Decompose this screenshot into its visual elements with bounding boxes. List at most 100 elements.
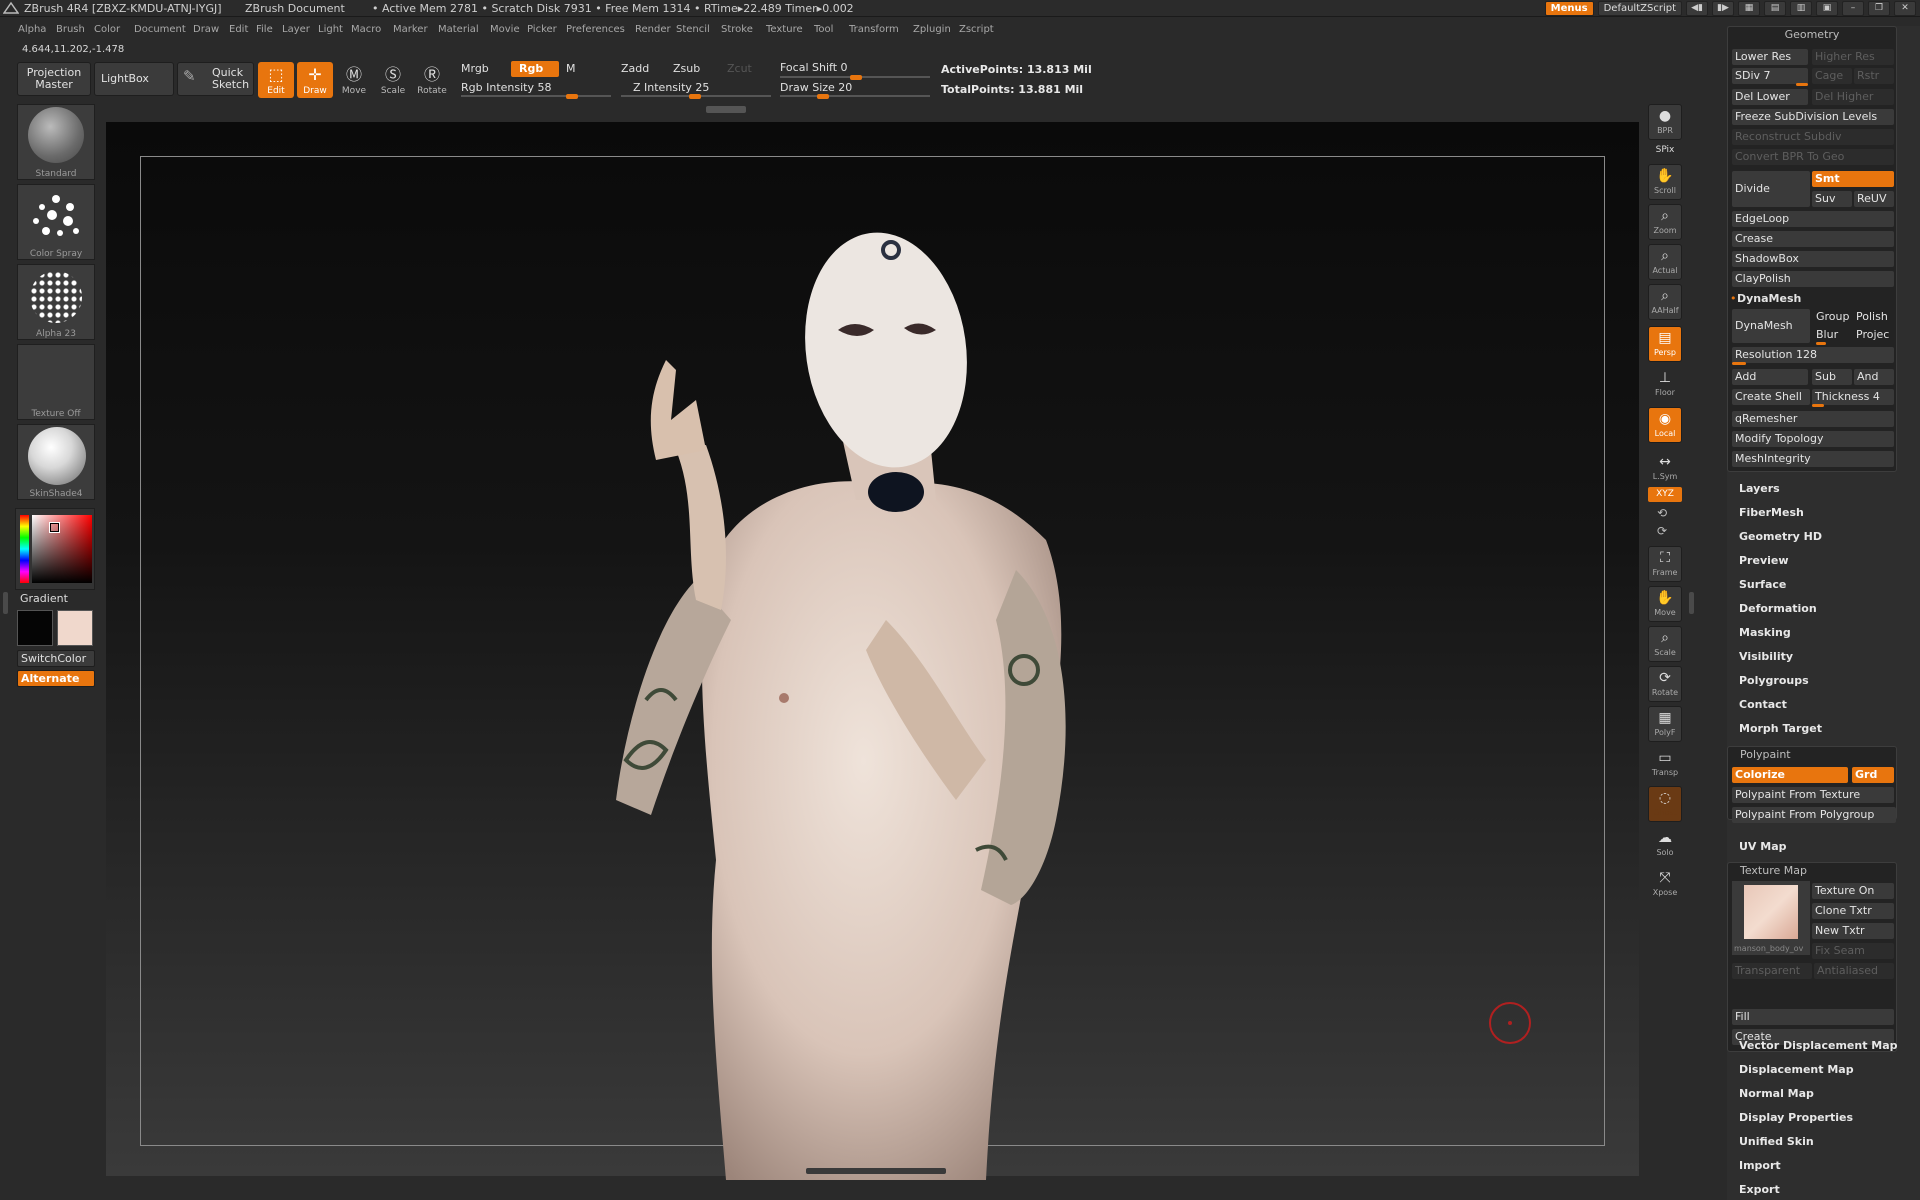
uv-map-section[interactable]: UV Map	[1739, 840, 1787, 853]
reuv-toggle[interactable]: ReUV	[1854, 191, 1894, 207]
fibermesh-section[interactable]: FiberMesh	[1739, 506, 1804, 519]
sculpted-model[interactable]	[556, 200, 1216, 1180]
geometry-hd-section[interactable]: Geometry HD	[1739, 530, 1822, 543]
geometry-header[interactable]: Geometry	[1728, 27, 1896, 43]
menu-stencil[interactable]: Stencil	[676, 24, 710, 35]
meshintegrity-section[interactable]: MeshIntegrity	[1732, 451, 1894, 467]
rgb-intensity-slider[interactable]	[461, 95, 611, 97]
edgeloop-section[interactable]: EdgeLoop	[1732, 211, 1894, 227]
clone-txtr-button[interactable]: Clone Txtr	[1812, 903, 1894, 919]
rotate-view-button[interactable]: ⟳ Rotate	[1648, 666, 1682, 702]
switch-color-button[interactable]: SwitchColor	[17, 650, 95, 667]
shadowbox-section[interactable]: ShadowBox	[1732, 251, 1894, 267]
modify-topology-section[interactable]: Modify Topology	[1732, 431, 1894, 447]
and-button[interactable]: And	[1854, 369, 1894, 385]
polypaint-from-texture-button[interactable]: Polypaint From Texture	[1732, 787, 1894, 803]
persp-button[interactable]: ▤ Persp	[1648, 326, 1682, 362]
thickness-slider[interactable]: Thickness 4	[1812, 389, 1894, 405]
blur-knob[interactable]	[1816, 342, 1826, 345]
xpose-button[interactable]: ⤧ Xpose	[1648, 866, 1682, 902]
material-thumbnail[interactable]: SkinShade4	[17, 424, 95, 500]
frame-button[interactable]: ⛶ Frame	[1648, 546, 1682, 582]
zoom-button[interactable]: ⌕ Zoom	[1648, 204, 1682, 240]
zsub-button[interactable]: Zsub	[673, 62, 700, 75]
morph-target-section[interactable]: Morph Target	[1739, 722, 1822, 735]
bottom-shelf-handle[interactable]	[806, 1168, 946, 1174]
draw-size-knob[interactable]	[817, 94, 829, 99]
dynamesh-button[interactable]: DynaMesh	[1732, 309, 1810, 343]
texture-thumbnail[interactable]: Texture Off	[17, 344, 95, 420]
rgb-button[interactable]: Rgb	[511, 61, 559, 77]
resolution-slider[interactable]: Resolution 128	[1732, 347, 1894, 363]
left-tray-handle[interactable]	[3, 592, 8, 614]
rgb-intensity-knob[interactable]	[566, 94, 578, 99]
blur-slider[interactable]: Blur	[1816, 328, 1838, 341]
layout-prev-icon[interactable]: ◀▮	[1686, 1, 1708, 16]
scale-tool-button[interactable]: Ⓢ Scale	[375, 62, 411, 98]
alpha-thumbnail[interactable]: Alpha 23	[17, 264, 95, 340]
polypaint-header[interactable]: Polypaint	[1728, 747, 1896, 763]
transparent-toggle[interactable]: Transparent	[1732, 963, 1812, 979]
menu-edit[interactable]: Edit	[229, 24, 248, 35]
actual-button[interactable]: ⌕ Actual	[1648, 244, 1682, 280]
menu-transform[interactable]: Transform	[849, 24, 899, 35]
alternate-button[interactable]: Alternate	[17, 670, 95, 687]
layers-section[interactable]: Layers	[1739, 482, 1780, 495]
menu-movie[interactable]: Movie	[490, 24, 520, 35]
divide-button[interactable]: Divide	[1732, 171, 1810, 207]
menu-picker[interactable]: Picker	[527, 24, 557, 35]
smt-toggle[interactable]: Smt	[1812, 171, 1894, 187]
texture-on-toggle[interactable]: Texture On	[1812, 883, 1894, 899]
menu-marker[interactable]: Marker	[393, 24, 428, 35]
main-color-swatch[interactable]	[17, 610, 53, 646]
move-tool-button[interactable]: Ⓜ Move	[336, 62, 372, 98]
color-picker[interactable]	[15, 508, 95, 590]
edit-tool-button[interactable]: ⬚ Edit	[258, 62, 294, 98]
fill-section[interactable]: Fill	[1732, 1009, 1894, 1025]
ghost-button[interactable]: ◌ Ghost	[1648, 786, 1682, 822]
focal-shift-knob[interactable]	[850, 75, 862, 80]
minimize-icon[interactable]: –	[1842, 1, 1864, 16]
solo-button[interactable]: ☁ Solo	[1648, 826, 1682, 862]
menu-brush[interactable]: Brush	[56, 24, 85, 35]
top-shelf-handle[interactable]	[706, 106, 746, 113]
fix-seam-button[interactable]: Fix Seam	[1812, 943, 1894, 959]
group-toggle[interactable]: Group	[1816, 310, 1850, 323]
texture-thumbnail[interactable]: manson_body_ov	[1732, 881, 1810, 955]
project-toggle[interactable]: Projec	[1856, 328, 1889, 341]
menu-color[interactable]: Color	[94, 24, 120, 35]
rotate-tool-button[interactable]: Ⓡ Rotate	[414, 62, 450, 98]
menu-document[interactable]: Document	[134, 24, 186, 35]
menus-button[interactable]: Menus	[1544, 1, 1594, 16]
surface-section[interactable]: Surface	[1739, 578, 1786, 591]
draw-tool-button[interactable]: ✛ Draw	[297, 62, 333, 98]
suv-toggle[interactable]: Suv	[1812, 191, 1852, 207]
create-shell-button[interactable]: Create Shell	[1732, 389, 1810, 405]
polypaint-from-polygroup-button[interactable]: Polypaint From Polygroup	[1732, 807, 1896, 823]
swatch-icon[interactable]: ▦	[1738, 1, 1760, 16]
floor-button[interactable]: ⊥ Floor	[1648, 366, 1682, 402]
stroke-thumbnail[interactable]: Color Spray	[17, 184, 95, 260]
crease-section[interactable]: Crease	[1732, 231, 1894, 247]
dynamesh-section-header[interactable]: DynaMesh	[1737, 292, 1801, 305]
menu-stroke[interactable]: Stroke	[721, 24, 753, 35]
menu-zscript[interactable]: Zscript	[959, 24, 994, 35]
displacement-map-section[interactable]: Displacement Map	[1739, 1063, 1854, 1076]
menu-texture[interactable]: Texture	[766, 24, 803, 35]
menu-preferences[interactable]: Preferences	[566, 24, 625, 35]
del-higher-button[interactable]: Del Higher	[1812, 89, 1894, 105]
menu-macro[interactable]: Macro	[351, 24, 381, 35]
thickness-knob[interactable]	[1812, 404, 1824, 407]
quick-sketch-button[interactable]: ✎ Quick Sketch	[177, 62, 254, 96]
normal-map-section[interactable]: Normal Map	[1739, 1087, 1814, 1100]
document-canvas[interactable]	[106, 122, 1639, 1180]
reconstruct-subdiv-button[interactable]: Reconstruct Subdiv	[1732, 129, 1894, 145]
scroll-button[interactable]: ✋ Scroll	[1648, 164, 1682, 200]
menu-zplugin[interactable]: Zplugin	[913, 24, 951, 35]
rotate-z-icon[interactable]: ⟳	[1657, 524, 1667, 538]
default-zscript-button[interactable]: DefaultZScript	[1597, 1, 1682, 16]
higher-res-button[interactable]: Higher Res	[1812, 49, 1894, 65]
qremesher-section[interactable]: qRemesher	[1732, 411, 1894, 427]
bpr-button[interactable]: ● BPR	[1648, 104, 1682, 140]
add-button[interactable]: Add	[1732, 369, 1808, 385]
